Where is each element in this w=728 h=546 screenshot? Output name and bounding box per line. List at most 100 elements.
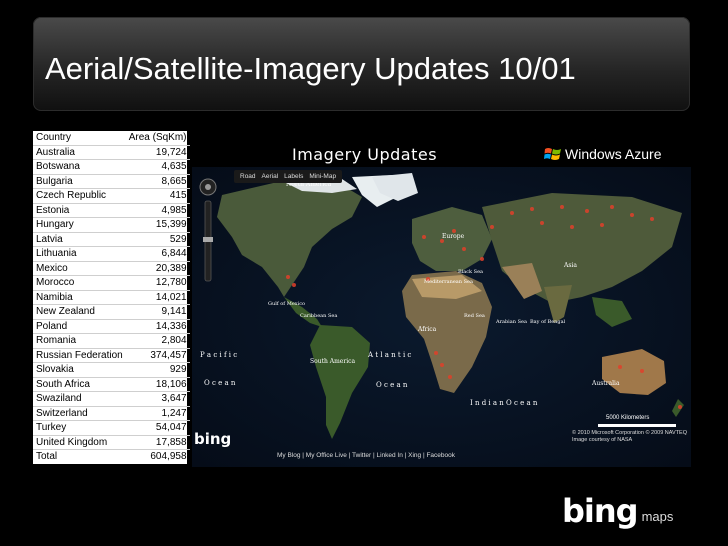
table-row: Australia 19,724 bbox=[33, 145, 190, 160]
country-cell: United Kingdom bbox=[33, 435, 126, 450]
area-cell: 20,389 bbox=[125, 261, 190, 276]
bing-map-logo: bing bbox=[194, 430, 232, 448]
table-row: Mexico 20,389 bbox=[33, 261, 190, 276]
area-cell: 4,985 bbox=[125, 203, 190, 218]
country-cell: Swaziland bbox=[33, 391, 126, 407]
map-title: Imagery Updates bbox=[292, 145, 438, 164]
atlantic-label: A t l a n t i c bbox=[367, 351, 411, 359]
area-cell: 18,106 bbox=[125, 377, 190, 392]
country-cell: Botswana bbox=[33, 159, 126, 175]
country-cell: Lithuania bbox=[33, 246, 126, 262]
gulf-label: Gulf of Mexico bbox=[268, 301, 305, 307]
country-cell: Morocco bbox=[33, 275, 126, 291]
table-row: New Zealand 9,141 bbox=[33, 304, 190, 320]
table-row: Swaziland 3,647 bbox=[33, 391, 190, 407]
area-cell: 2,804 bbox=[125, 333, 190, 349]
table-row: Bulgaria 8,665 bbox=[33, 174, 190, 189]
table-row: Romania 2,804 bbox=[33, 333, 190, 349]
red-sea-label: Red Sea bbox=[464, 313, 485, 319]
table-row: South Africa 18,106 bbox=[33, 377, 190, 392]
table-row: Latvia 529 bbox=[33, 232, 190, 247]
arabian-sea-label: Arabian Sea bbox=[495, 319, 527, 325]
country-cell: Namibia bbox=[33, 290, 126, 305]
area-cell: 19,724 bbox=[125, 145, 190, 160]
windows-flag-icon bbox=[544, 148, 561, 160]
area-cell: 15,399 bbox=[125, 217, 190, 233]
area-cell: 415 bbox=[125, 188, 190, 204]
area-cell: 6,844 bbox=[125, 246, 190, 262]
country-cell: Poland bbox=[33, 319, 126, 334]
area-cell: 3,647 bbox=[125, 391, 190, 407]
country-cell: Bulgaria bbox=[33, 174, 126, 189]
country-cell: New Zealand bbox=[33, 304, 126, 320]
updates-table: Country Area (SqKm) Australia 19,724 Botsw… bbox=[33, 131, 190, 464]
atlantic-ocean-label: O c e a n bbox=[376, 381, 408, 389]
bing-wordmark: bing bbox=[562, 492, 639, 530]
table-row: Morocco 12,780 bbox=[33, 275, 190, 291]
table-row: Switzerland 1,247 bbox=[33, 406, 190, 421]
country-cell: Switzerland bbox=[33, 406, 126, 421]
area-cell: 8,665 bbox=[125, 174, 190, 189]
australia-label: Australia bbox=[591, 380, 620, 387]
country-cell: Slovakia bbox=[33, 362, 126, 378]
maps-wordmark: maps bbox=[641, 509, 674, 524]
area-cell: 4,635 bbox=[125, 159, 190, 175]
table-row: Botswana 4,635 bbox=[33, 159, 190, 175]
black-sea-label: Black Sea bbox=[458, 269, 483, 275]
map-panel: Imagery Updates Windows Azure North Amer… bbox=[192, 131, 691, 468]
country-cell: Australia bbox=[33, 145, 126, 160]
table-row: Slovakia 929 bbox=[33, 362, 190, 378]
total-value: 604,958 bbox=[150, 451, 187, 463]
country-cell: Czech Republic bbox=[33, 188, 126, 204]
slide-title: Aerial/Satellite-Imagery Updates 10/01 bbox=[45, 51, 576, 86]
area-cell: 374,457 bbox=[125, 348, 190, 363]
south-america-label: South America bbox=[310, 358, 355, 365]
area-cell: 14,336 bbox=[125, 319, 190, 334]
windows-azure-logo: Windows Azure bbox=[544, 146, 661, 162]
country-cell: South Africa bbox=[33, 377, 126, 392]
area-header: Area (SqKm) bbox=[125, 131, 190, 146]
area-cell: 929 bbox=[125, 362, 190, 378]
country-cell: Estonia bbox=[33, 203, 126, 218]
area-cell: 1,247 bbox=[125, 406, 190, 421]
title-bar: Aerial/Satellite-Imagery Updates 10/01 bbox=[33, 17, 690, 111]
map-scale-label: 5000 Kilometers bbox=[606, 415, 650, 421]
bay-of-bengal-label: Bay of Bengal bbox=[530, 319, 566, 325]
country-header: Country bbox=[33, 131, 126, 146]
table-row: Estonia 4,985 bbox=[33, 203, 190, 218]
area-cell: 529 bbox=[125, 232, 190, 247]
total-label: Total bbox=[36, 451, 58, 463]
road-tab[interactable]: Road bbox=[240, 173, 256, 180]
map-toolbar: Road Aerial Labels Mini-Map bbox=[234, 170, 343, 183]
mini-map-tab[interactable]: Mini-Map bbox=[309, 173, 336, 180]
country-cell: Romania bbox=[33, 333, 126, 349]
area-cell: 12,780 bbox=[125, 275, 190, 291]
area-cell: 9,141 bbox=[125, 304, 190, 320]
mediterranean-label: Mediterranean Sea bbox=[424, 279, 473, 285]
country-cell: Turkey bbox=[33, 420, 126, 436]
pacific-label: P a c i f i c bbox=[200, 351, 237, 359]
aerial-tab[interactable]: Aerial bbox=[262, 173, 279, 180]
caribbean-label: Caribbean Sea bbox=[300, 313, 337, 319]
country-cell: Hungary bbox=[33, 217, 126, 233]
area-cell: 54,047 bbox=[125, 420, 190, 436]
footer-links[interactable]: My Blog | My Office Live | Twitter | Lin… bbox=[277, 452, 455, 459]
copyright-line-2: Image courtesy of NASA bbox=[572, 437, 633, 443]
table-total-row: Total 604,958 bbox=[33, 450, 190, 464]
country-cell: Latvia bbox=[33, 232, 126, 247]
map-scale-bar bbox=[598, 424, 676, 427]
copyright-line-1: © 2010 Microsoft Corporation © 2009 NAVT… bbox=[572, 430, 687, 436]
africa-label: Africa bbox=[417, 326, 437, 333]
table-row: Namibia 14,021 bbox=[33, 290, 190, 305]
table-header-row: Country Area (SqKm) bbox=[33, 131, 190, 146]
indian-ocean-label: I n d i a n O c e a n bbox=[470, 399, 538, 407]
table-row: Lithuania 6,844 bbox=[33, 246, 190, 262]
table-row: Hungary 15,399 bbox=[33, 217, 190, 233]
bing-maps-logo: bing maps bbox=[562, 495, 673, 527]
world-map[interactable]: North America Europe Asia Africa Austral… bbox=[192, 167, 691, 467]
table-row: Russian Federation 374,457 bbox=[33, 348, 190, 363]
labels-tab[interactable]: Labels bbox=[284, 173, 303, 180]
area-cell: 14,021 bbox=[125, 290, 190, 305]
table-row: Czech Republic 415 bbox=[33, 188, 190, 204]
asia-label: Asia bbox=[563, 262, 577, 269]
